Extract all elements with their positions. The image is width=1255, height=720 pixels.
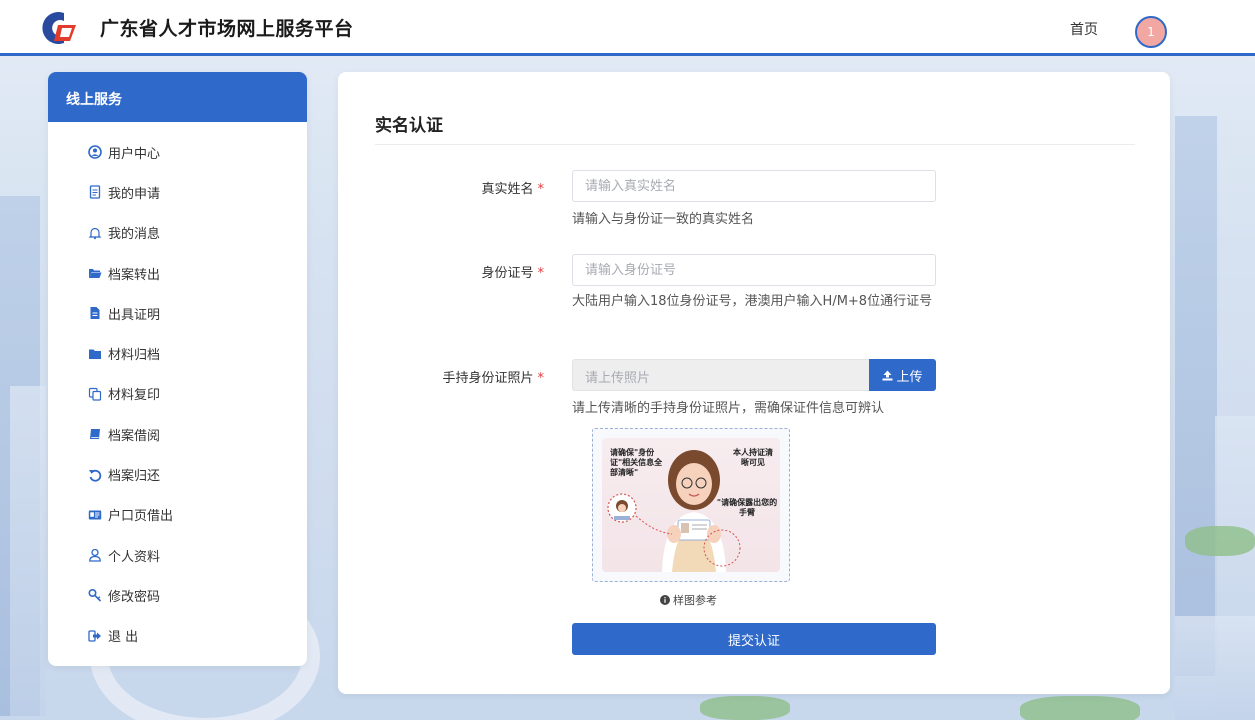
sidebar-item-change-password[interactable]: 修改密码 (48, 575, 307, 615)
sidebar-item-label: 修改密码 (108, 589, 161, 605)
sidebar-item-label: 户口页借出 (108, 509, 174, 525)
photo-label: 手持身份证照片 * (442, 367, 544, 386)
id-number-label-text: 身份证号 (481, 266, 534, 281)
folder-open-icon (88, 266, 102, 280)
sidebar-item-archive-return[interactable]: 档案归还 (48, 454, 307, 494)
file-icon (88, 306, 102, 320)
photo-label-text: 手持身份证照片 (442, 371, 534, 386)
person-holding-id-icon (607, 450, 741, 572)
sidebar-item-archive-borrow[interactable]: 档案借阅 (48, 414, 307, 454)
sidebar-item-material-copy[interactable]: 材料复印 (48, 374, 307, 414)
required-mark: * (537, 266, 545, 281)
sidebar-item-label: 用户中心 (108, 146, 161, 162)
id-number-hint: 大陆用户输入18位身份证号，港澳用户输入H/M+8位通行证号 (572, 294, 933, 309)
name-label-text: 真实姓名 (481, 182, 534, 197)
id-number-label: 身份证号 * (481, 262, 544, 281)
sign-out-icon (88, 629, 102, 643)
sidebar: 线上服务 用户中心 我的申请 我的消息 档案转出 出具证明 材料归档 材料复印 … (48, 72, 307, 666)
person-icon (88, 548, 102, 562)
sidebar-item-label: 材料复印 (108, 388, 161, 404)
sidebar-item-my-applications[interactable]: 我的申请 (48, 172, 307, 212)
sample-caption: 样图参考 (660, 592, 717, 608)
sidebar-item-issue-certificate[interactable]: 出具证明 (48, 293, 307, 333)
user-avatar[interactable]: 1 (1135, 16, 1167, 48)
name-hint: 请输入与身份证一致的真实姓名 (572, 212, 755, 227)
document-icon (88, 185, 102, 200)
sidebar-item-label: 我的消息 (108, 227, 161, 243)
sidebar-menu: 用户中心 我的申请 我的消息 档案转出 出具证明 材料归档 材料复印 档案借阅 … (48, 122, 307, 656)
upload-button[interactable]: 上传 (869, 359, 936, 391)
top-header: 广东省人才市场网上服务平台 首页 1 (0, 0, 1255, 56)
photo-upload-field[interactable]: 请上传照片 (572, 359, 869, 391)
sample-caption-text: 样图参考 (673, 594, 717, 607)
title-divider (375, 144, 1135, 145)
sidebar-item-material-filing[interactable]: 材料归档 (48, 333, 307, 373)
real-name-input[interactable] (572, 170, 936, 202)
sidebar-item-label: 我的申请 (108, 186, 161, 202)
sidebar-item-logout[interactable]: 退 出 (48, 616, 307, 656)
book-icon (88, 427, 102, 441)
page-title: 实名认证 (375, 116, 443, 136)
sidebar-item-label: 档案借阅 (108, 428, 161, 444)
folder-icon (88, 347, 102, 361)
sample-photo-illustration: 请确保"身份证"相关信息全部清晰" 本人持证清晰可见 "请确保露出您的手臂 (602, 438, 780, 572)
sidebar-title: 线上服务 (48, 72, 307, 122)
sidebar-item-label: 退 出 (108, 630, 139, 646)
name-label: 真实姓名 * (481, 178, 544, 197)
required-mark: * (537, 182, 545, 197)
sidebar-item-hukou-borrow[interactable]: 户口页借出 (48, 495, 307, 535)
bell-icon (88, 226, 102, 240)
sidebar-item-user-center[interactable]: 用户中心 (48, 132, 307, 172)
sample-image-frame: 请确保"身份证"相关信息全部清晰" 本人持证清晰可见 "请确保露出您的手臂 (592, 428, 790, 582)
submit-verification-button[interactable]: 提交认证 (572, 623, 936, 655)
id-card-icon (88, 508, 102, 522)
upload-button-label: 上传 (896, 369, 923, 385)
main-panel: 实名认证 真实姓名* 请输入与身份证一致的真实姓名 身份证号* 大陆用户输入18… (338, 72, 1170, 694)
upload-icon (882, 370, 893, 380)
photo-hint: 请上传清晰的手持身份证照片，需确保证件信息可辨认 (572, 401, 885, 416)
user-circle-icon (88, 145, 102, 159)
sidebar-item-label: 出具证明 (108, 307, 161, 323)
id-number-input[interactable] (572, 254, 936, 286)
sidebar-item-label: 档案转出 (108, 267, 161, 283)
sidebar-item-label: 档案归还 (108, 469, 161, 485)
sidebar-item-archive-transfer[interactable]: 档案转出 (48, 253, 307, 293)
sidebar-item-my-messages[interactable]: 我的消息 (48, 213, 307, 253)
home-link[interactable]: 首页 (1070, 19, 1098, 39)
sidebar-item-personal-info[interactable]: 个人资料 (48, 535, 307, 575)
key-icon (88, 588, 102, 602)
sidebar-item-label: 材料归档 (108, 348, 161, 364)
undo-icon (88, 468, 102, 482)
sidebar-item-label: 个人资料 (108, 549, 161, 565)
copy-icon (88, 387, 102, 401)
site-title: 广东省人才市场网上服务平台 (100, 18, 354, 40)
info-icon (660, 595, 670, 605)
site-logo-icon[interactable] (34, 11, 90, 45)
required-mark: * (537, 371, 545, 386)
